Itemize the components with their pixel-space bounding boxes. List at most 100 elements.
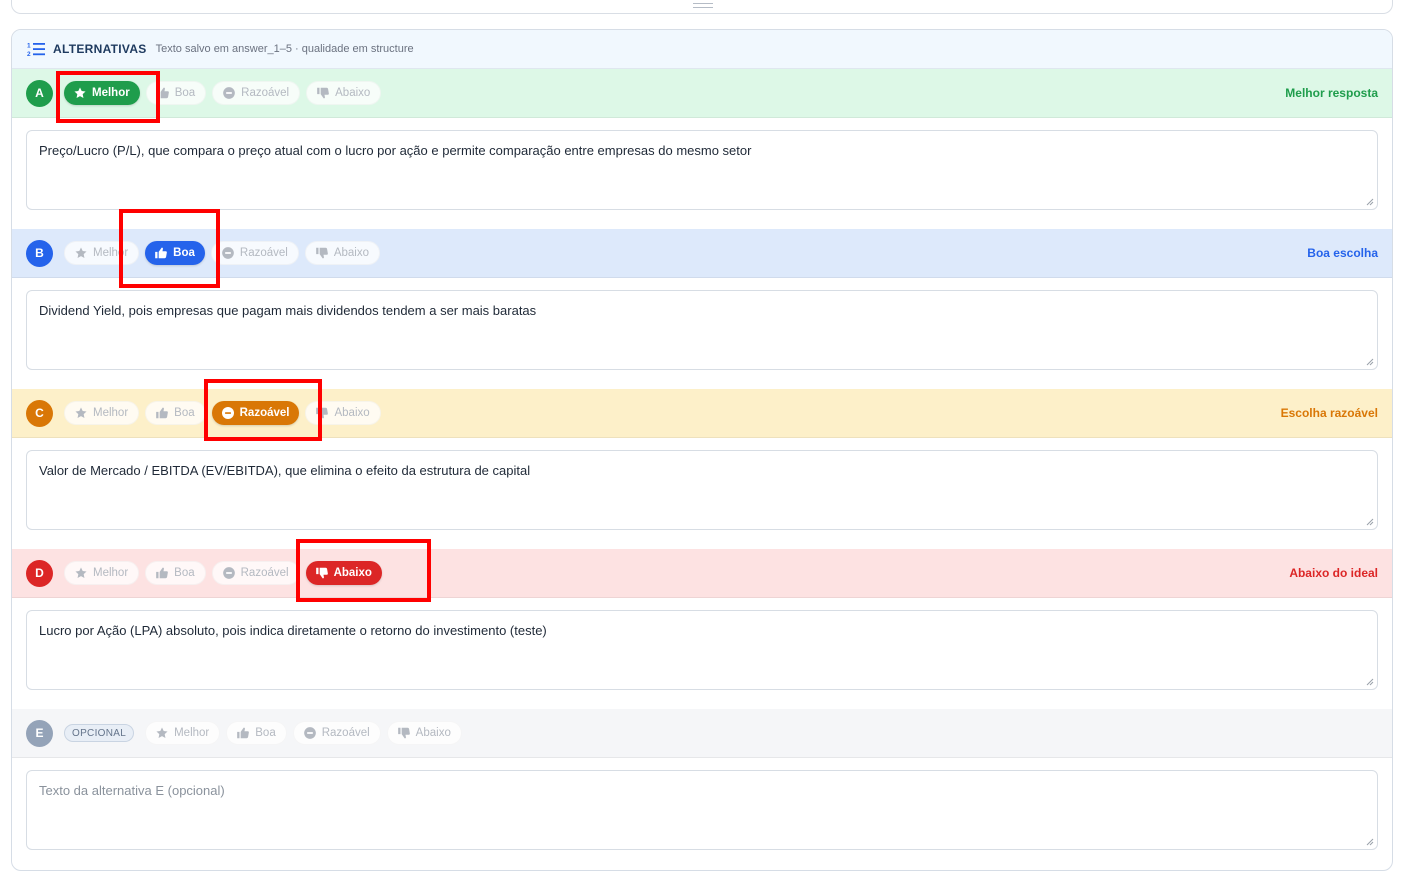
ordered-list-icon: 1 2 — [27, 43, 45, 57]
answer-c-text: Valor de Mercado / EBITDA (EV/EBITDA), q… — [39, 463, 531, 478]
answer-c-textarea[interactable]: Valor de Mercado / EBITDA (EV/EBITDA), q… — [26, 450, 1378, 530]
alternatives-panel: 1 2 ALTERNATIVAS Texto salvo em answer_1… — [11, 29, 1393, 871]
alternative-e-body: Texto da alternativa E (opcional) — [12, 758, 1392, 868]
rating-label: Boa — [255, 727, 276, 739]
svg-text:1: 1 — [27, 43, 31, 50]
rating-label: Melhor — [174, 727, 210, 739]
thumbs-down-icon — [315, 406, 329, 420]
rating-label: Melhor — [93, 567, 129, 579]
alternative-letter-a: A — [26, 79, 53, 107]
star-icon — [155, 726, 169, 740]
thumbs-down-icon — [315, 246, 329, 260]
rating-label: Razoável — [321, 727, 370, 739]
rating-fair-button[interactable]: Razoável — [210, 241, 299, 265]
status-label-c: Escolha razoável — [1280, 406, 1378, 420]
rating-label: Melhor — [93, 247, 129, 259]
rating-below-button[interactable]: Abaixo — [304, 241, 381, 265]
thumbs-up-icon — [154, 246, 168, 260]
alternative-e-header: E OPCIONAL Melhor Boa Razoável Abaixo — [12, 709, 1392, 758]
resize-grip-icon[interactable] — [1366, 518, 1374, 526]
thumbs-up-icon — [155, 566, 169, 580]
previous-section-edge — [11, 0, 1393, 14]
minus-circle-icon — [221, 246, 235, 260]
rating-fair-button[interactable]: Razoável — [212, 81, 301, 105]
star-icon — [74, 406, 88, 420]
rating-label: Razoável — [240, 567, 289, 579]
answer-b-textarea[interactable]: Dividend Yield, pois empresas que pagam … — [26, 290, 1378, 370]
answer-e-placeholder: Texto da alternativa E (opcional) — [39, 783, 225, 798]
rating-label: Melhor — [93, 407, 129, 419]
thumbs-up-icon — [156, 86, 170, 100]
star-icon — [74, 566, 88, 580]
alternative-d-body: Lucro por Ação (LPA) absoluto, pois indi… — [12, 598, 1392, 709]
answer-a-textarea[interactable]: Preço/Lucro (P/L), que compara o preço a… — [26, 130, 1378, 210]
status-label-d: Abaixo do ideal — [1289, 566, 1378, 580]
rating-below-button[interactable]: Abaixo — [306, 81, 382, 105]
rating-below-button[interactable]: Abaixo — [386, 721, 462, 745]
answer-d-textarea[interactable]: Lucro por Ação (LPA) absoluto, pois indi… — [26, 610, 1378, 690]
status-label-a: Melhor resposta — [1285, 86, 1378, 100]
answer-d-text: Lucro por Ação (LPA) absoluto, pois indi… — [39, 623, 547, 638]
alternative-letter-b: B — [26, 239, 53, 267]
rating-label: Abaixo — [333, 567, 372, 579]
rating-good-button[interactable]: Boa — [145, 561, 206, 585]
resize-grip-icon[interactable] — [1366, 198, 1374, 206]
rating-label: Razoável — [239, 247, 288, 259]
alternative-letter-e: E — [26, 719, 53, 747]
minus-circle-icon — [221, 407, 234, 419]
rating-below-button[interactable]: Abaixo — [305, 561, 382, 585]
star-icon — [74, 246, 88, 260]
answer-a-text: Preço/Lucro (P/L), que compara o preço a… — [39, 143, 752, 158]
rating-label: Razoável — [241, 87, 290, 99]
thumbs-up-icon — [236, 726, 250, 740]
status-label-b: Boa escolha — [1307, 246, 1378, 260]
thumbs-up-icon — [155, 406, 169, 420]
alternative-b-header: B Melhor Boa Razoável Abaixo Boa escolha — [12, 229, 1392, 278]
rating-label: Abaixo — [415, 727, 451, 739]
rating-good-button[interactable]: Boa — [145, 401, 206, 425]
rating-fair-button[interactable]: Razoável — [292, 721, 381, 745]
rating-best-button[interactable]: Melhor — [64, 401, 140, 425]
rating-label: Boa — [174, 407, 195, 419]
thumbs-down-icon — [316, 86, 330, 100]
rating-label: Melhor — [92, 87, 130, 99]
minus-circle-icon — [222, 566, 236, 580]
rating-label: Abaixo — [334, 407, 370, 419]
optional-badge: OPCIONAL — [64, 724, 135, 742]
alternative-c-header: C Melhor Boa Razoável Abaixo Escolha raz… — [12, 389, 1392, 438]
rating-below-button[interactable]: Abaixo — [305, 401, 381, 425]
answer-e-textarea[interactable]: Texto da alternativa E (opcional) — [26, 770, 1378, 850]
rating-label: Boa — [174, 87, 196, 99]
alternative-a-header: A Melhor Boa Razoável Abaixo Melhor resp… — [12, 69, 1392, 118]
alternative-c-body: Valor de Mercado / EBITDA (EV/EBITDA), q… — [12, 438, 1392, 549]
alternative-letter-d: D — [26, 559, 53, 587]
rating-label: Boa — [174, 567, 195, 579]
rating-best-button[interactable]: Melhor — [64, 81, 140, 105]
rating-good-button[interactable]: Boa — [145, 81, 207, 105]
svg-text:2: 2 — [27, 51, 31, 57]
rating-best-button[interactable]: Melhor — [64, 561, 140, 585]
section-title: ALTERNATIVAS — [53, 42, 147, 56]
resize-grip-icon[interactable] — [1366, 838, 1374, 846]
alternative-a-body: Preço/Lucro (P/L), que compara o preço a… — [12, 118, 1392, 229]
thumbs-down-icon — [397, 726, 411, 740]
resize-grip-icon[interactable] — [1366, 358, 1374, 366]
alternative-d-header: D Melhor Boa Razoável Abaixo Abaixo do i… — [12, 549, 1392, 598]
rating-label: Abaixo — [335, 87, 371, 99]
resize-grip-icon[interactable] — [1366, 678, 1374, 686]
section-subtitle: Texto salvo em answer_1–5 · qualidade em… — [155, 43, 414, 55]
rating-best-button[interactable]: Melhor — [64, 241, 140, 265]
rating-good-button[interactable]: Boa — [145, 241, 205, 265]
answer-b-text: Dividend Yield, pois empresas que pagam … — [39, 303, 537, 318]
rating-fair-button[interactable]: Razoável — [211, 561, 300, 585]
rating-best-button[interactable]: Melhor — [145, 721, 221, 745]
rating-label: Abaixo — [333, 247, 370, 259]
resize-handle-icon[interactable] — [693, 3, 713, 8]
minus-circle-icon — [222, 86, 236, 100]
minus-circle-icon — [303, 726, 317, 740]
rating-good-button[interactable]: Boa — [226, 721, 287, 745]
alternative-b-body: Dividend Yield, pois empresas que pagam … — [12, 278, 1392, 389]
rating-fair-button[interactable]: Razoável — [211, 401, 300, 425]
alternatives-header: 1 2 ALTERNATIVAS Texto salvo em answer_1… — [12, 30, 1392, 69]
rating-label: Boa — [173, 247, 195, 259]
